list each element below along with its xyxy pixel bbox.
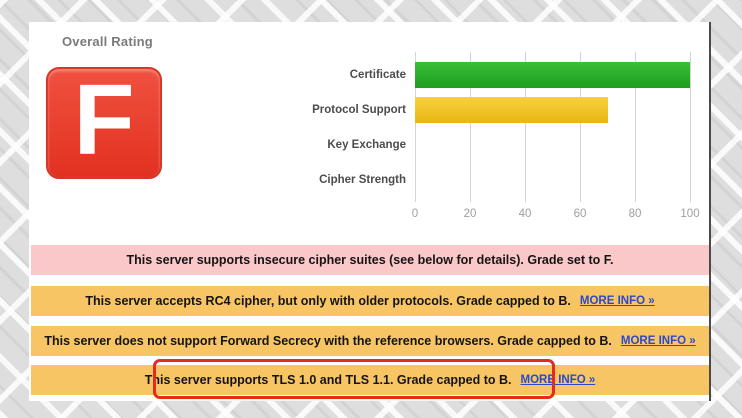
alert-banner-tls10-tls11: This server supports TLS 1.0 and TLS 1.1… xyxy=(31,365,709,395)
category-label-certificate: Certificate xyxy=(349,69,406,81)
more-info-link[interactable]: MORE INFO » xyxy=(580,295,655,307)
banner-text: This server accepts RC4 cipher, but only… xyxy=(85,294,571,308)
x-tick-label: 80 xyxy=(628,208,642,220)
x-tick-label: 40 xyxy=(518,208,532,220)
plot-area: Certificate Protocol Support Key Exchang… xyxy=(312,52,700,220)
category-label-protocol-support: Protocol Support xyxy=(312,104,406,116)
alert-banner-rc4: This server accepts RC4 cipher, but only… xyxy=(31,286,709,316)
alert-banner-forward-secrecy: This server does not support Forward Sec… xyxy=(31,326,709,356)
bar-row-key-exchange xyxy=(415,132,690,158)
category-label-key-exchange: Key Exchange xyxy=(327,139,406,151)
gridline xyxy=(690,52,691,202)
grade-letter: F xyxy=(73,64,135,176)
more-info-link[interactable]: MORE INFO » xyxy=(621,335,696,347)
ssl-report-panel: Overall Rating F Certificate Protocol Su… xyxy=(29,22,711,401)
alert-banner-insecure-ciphers: This server supports insecure cipher sui… xyxy=(31,245,709,275)
banner-text: This server supports insecure cipher sui… xyxy=(126,253,614,267)
more-info-link[interactable]: MORE INFO » xyxy=(521,374,596,386)
x-tick-label: 20 xyxy=(463,208,477,220)
x-tick-label: 0 xyxy=(411,208,419,220)
grade-badge: F xyxy=(46,67,162,179)
category-label-cipher-strength: Cipher Strength xyxy=(319,174,406,186)
page-title: Overall Rating xyxy=(62,34,153,49)
patterned-background: Overall Rating F Certificate Protocol Su… xyxy=(0,0,742,418)
bar-fill-certificate xyxy=(415,62,690,88)
banner-text: This server supports TLS 1.0 and TLS 1.1… xyxy=(144,373,512,387)
x-tick-label: 60 xyxy=(573,208,587,220)
x-tick-label: 100 xyxy=(680,208,700,220)
bar-row-certificate xyxy=(415,62,690,88)
bar-fill-protocol-support xyxy=(415,97,608,123)
banner-text: This server does not support Forward Sec… xyxy=(44,334,612,348)
bar-row-protocol-support xyxy=(415,97,690,123)
bar-row-cipher-strength xyxy=(415,167,690,193)
